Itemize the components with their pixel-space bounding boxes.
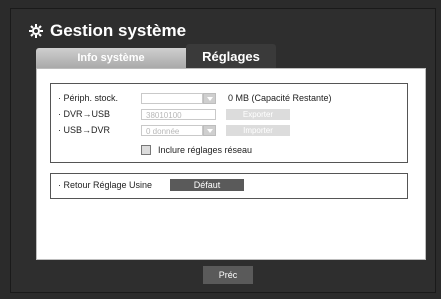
include-network-checkbox[interactable] <box>141 145 151 155</box>
title-bar: Gestion système <box>28 18 186 44</box>
factory-reset-label: · Retour Réglage Usine <box>58 180 153 190</box>
storage-device-label: · Périph. stock. <box>58 93 119 103</box>
gear-icon <box>29 24 43 38</box>
usb-dvr-dropdown-arrow-icon[interactable] <box>203 125 216 136</box>
storage-device-select[interactable] <box>141 93 203 104</box>
tab-reglages[interactable]: Réglages <box>186 44 276 68</box>
export-button[interactable]: Exporter <box>226 109 290 120</box>
capacity-text: 0 MB (Capacité Restante) <box>228 93 332 103</box>
include-network-label: Inclure réglages réseau <box>158 145 253 155</box>
prev-button[interactable]: Préc <box>203 266 253 284</box>
usb-dvr-select[interactable]: 0 donnée <box>141 125 203 136</box>
default-button[interactable]: Défaut <box>170 179 244 191</box>
page-title: Gestion système <box>50 21 187 40</box>
usb-dvr-label: · USB→DVR <box>58 125 111 135</box>
tab-info-systeme[interactable]: Info système <box>36 48 186 68</box>
dvr-usb-filename-field[interactable]: 38010100 <box>141 109 216 120</box>
storage-dropdown-arrow-icon[interactable] <box>203 93 216 104</box>
dvr-usb-label: · DVR→USB <box>58 109 111 119</box>
import-button[interactable]: Importer <box>226 125 290 136</box>
